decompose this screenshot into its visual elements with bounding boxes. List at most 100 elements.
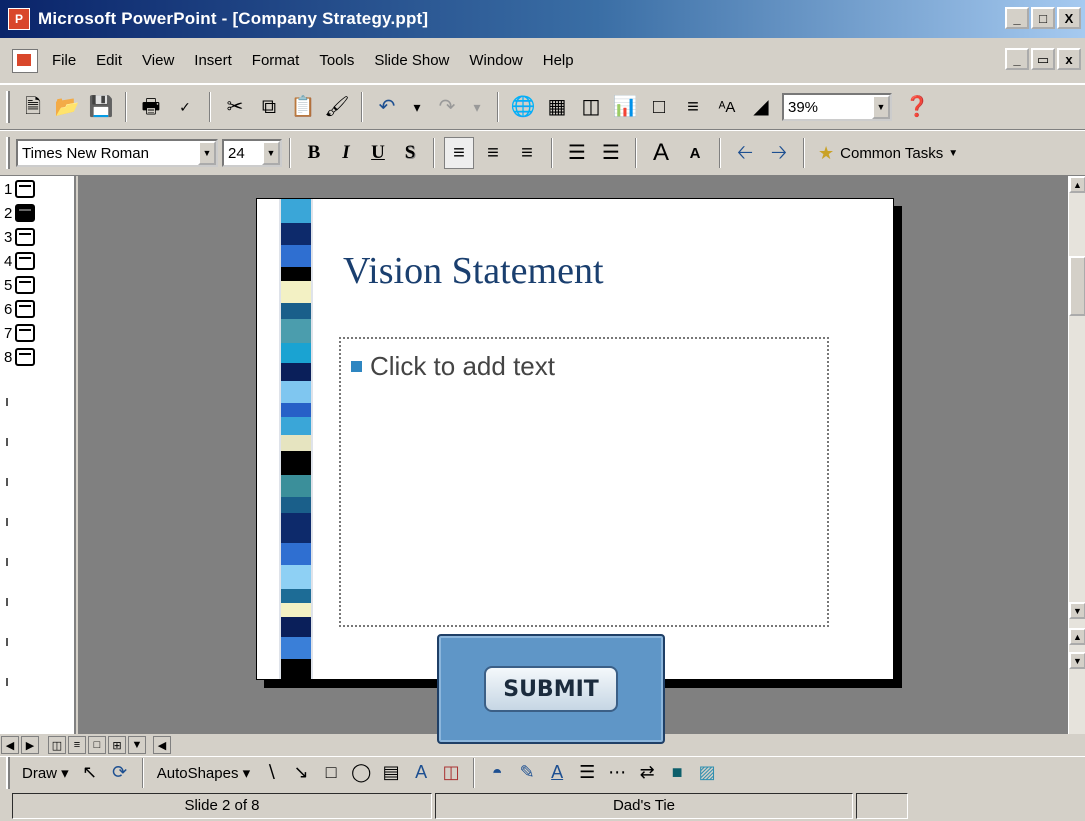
submit-button[interactable]: SUBMIT bbox=[484, 666, 618, 712]
outline-pane[interactable]: 1 2 3 4 5 6 7 8 bbox=[0, 176, 76, 736]
document-icon[interactable] bbox=[12, 48, 38, 73]
scroll-down-icon[interactable]: ▼ bbox=[1069, 602, 1085, 619]
shadow-icon[interactable]: ■ bbox=[664, 760, 690, 786]
outline-slide-active[interactable]: 2 bbox=[4, 204, 36, 222]
previous-slide-icon[interactable]: ▲ bbox=[1069, 628, 1085, 645]
doc-minimize-button[interactable]: _ bbox=[1005, 48, 1029, 70]
common-tasks-menu[interactable]: ★ Common Tasks ▼ bbox=[818, 143, 958, 164]
save-icon[interactable]: 💾 bbox=[86, 91, 116, 123]
menu-window[interactable]: Window bbox=[469, 52, 522, 69]
spelling-icon[interactable]: ✓ bbox=[170, 91, 200, 123]
outline-slide[interactable]: 3 bbox=[4, 228, 36, 246]
slide-title[interactable]: Vision Statement bbox=[343, 249, 604, 293]
fill-color-icon[interactable]: ◓ bbox=[484, 760, 510, 786]
undo-dropdown-icon[interactable]: ▾ bbox=[406, 91, 428, 123]
slide-view-icon[interactable]: □ bbox=[88, 736, 106, 754]
arrow-icon[interactable]: ↘ bbox=[288, 760, 314, 786]
outline-slide[interactable]: 8 bbox=[4, 348, 36, 366]
slide-canvas[interactable]: Vision Statement Click to add text bbox=[256, 198, 894, 680]
zoom-dropdown-icon[interactable]: ▼ bbox=[872, 95, 890, 119]
toolbar-grip[interactable] bbox=[6, 91, 10, 123]
oval-icon[interactable]: ◯ bbox=[348, 760, 374, 786]
next-slide-icon[interactable]: ▼ bbox=[1069, 652, 1085, 669]
menu-slide-show[interactable]: Slide Show bbox=[374, 52, 449, 69]
maximize-button[interactable]: □ bbox=[1031, 7, 1055, 29]
shadow-button[interactable]: S bbox=[395, 137, 425, 169]
menu-insert[interactable]: Insert bbox=[194, 52, 232, 69]
hscroll-left-icon[interactable]: ◀ bbox=[153, 736, 171, 754]
zoom-select[interactable]: 39% ▼ bbox=[782, 93, 892, 121]
numbering-icon[interactable]: ☰ bbox=[562, 137, 592, 169]
scroll-left-icon[interactable]: ◀ bbox=[1, 736, 19, 754]
clip-art-icon[interactable]: ◫ bbox=[438, 760, 464, 786]
draw-menu[interactable]: Draw ▾ bbox=[22, 764, 69, 782]
line-style-icon[interactable]: ☰ bbox=[574, 760, 600, 786]
vertical-scrollbar[interactable]: ▲ ▼ ▲ ▼ bbox=[1068, 176, 1085, 734]
underline-button[interactable]: U bbox=[363, 137, 393, 169]
menu-view[interactable]: View bbox=[142, 52, 174, 69]
font-size-dropdown-icon[interactable]: ▼ bbox=[262, 141, 280, 165]
insert-chart-icon[interactable]: 📊 bbox=[610, 91, 640, 123]
new-icon[interactable]: 🗎 bbox=[18, 91, 48, 123]
line-color-icon[interactable]: ✎ bbox=[514, 760, 540, 786]
grayscale-icon[interactable]: ◢ bbox=[746, 91, 776, 123]
close-button[interactable]: X bbox=[1057, 7, 1081, 29]
font-color-icon[interactable]: A bbox=[544, 760, 570, 786]
toolbar-grip[interactable] bbox=[6, 137, 10, 169]
bullets-icon[interactable]: ☰ bbox=[596, 137, 626, 169]
menu-help[interactable]: Help bbox=[543, 52, 574, 69]
font-select[interactable]: Times New Roman ▼ bbox=[16, 139, 218, 167]
wordart-icon[interactable]: A bbox=[408, 760, 434, 786]
redo-icon[interactable]: ↷ bbox=[432, 91, 462, 123]
help-icon[interactable]: ❓ bbox=[902, 91, 932, 123]
print-icon[interactable]: 🖶 bbox=[136, 91, 166, 123]
promote-icon[interactable]: 🡠 bbox=[730, 137, 760, 169]
free-rotate-icon[interactable]: ⟳ bbox=[107, 760, 133, 786]
text-box-icon[interactable]: ▤ bbox=[378, 760, 404, 786]
tables-borders-icon[interactable]: ▦ bbox=[542, 91, 572, 123]
font-size-select[interactable]: 24 ▼ bbox=[222, 139, 282, 167]
body-placeholder[interactable]: Click to add text bbox=[339, 337, 829, 627]
select-objects-icon[interactable]: ↖ bbox=[77, 760, 103, 786]
menu-file[interactable]: File bbox=[52, 52, 76, 69]
italic-button[interactable]: I bbox=[331, 137, 361, 169]
doc-close-button[interactable]: x bbox=[1057, 48, 1081, 70]
slide-show-view-icon[interactable]: ▼ bbox=[128, 736, 146, 754]
font-dropdown-icon[interactable]: ▼ bbox=[198, 141, 216, 165]
undo-icon[interactable]: ↶ bbox=[372, 91, 402, 123]
slide-sorter-view-icon[interactable]: ⊞ bbox=[108, 736, 126, 754]
outline-slide[interactable]: 6 bbox=[4, 300, 36, 318]
doc-restore-button[interactable]: ▭ bbox=[1031, 48, 1055, 70]
increase-font-size-icon[interactable]: A bbox=[646, 137, 676, 169]
menu-format[interactable]: Format bbox=[252, 52, 300, 69]
paste-icon[interactable]: 📋 bbox=[288, 91, 318, 123]
outline-slide[interactable]: 5 bbox=[4, 276, 36, 294]
show-formatting-icon[interactable]: ᴬA bbox=[712, 91, 742, 123]
demote-icon[interactable]: 🡢 bbox=[764, 137, 794, 169]
outline-slide[interactable]: 7 bbox=[4, 324, 36, 342]
dash-style-icon[interactable]: ⋯ bbox=[604, 760, 630, 786]
menu-tools[interactable]: Tools bbox=[319, 52, 354, 69]
autoshapes-menu[interactable]: AutoShapes ▾ bbox=[157, 764, 250, 782]
bold-button[interactable]: B bbox=[299, 137, 329, 169]
cut-icon[interactable]: ✂ bbox=[220, 91, 250, 123]
outline-slide[interactable]: 4 bbox=[4, 252, 36, 270]
scroll-right-icon[interactable]: ▶ bbox=[21, 736, 39, 754]
rectangle-icon[interactable]: □ bbox=[318, 760, 344, 786]
align-right-icon[interactable]: ≡ bbox=[512, 137, 542, 169]
3d-icon[interactable]: ▨ bbox=[694, 760, 720, 786]
open-icon[interactable]: 📂 bbox=[52, 91, 82, 123]
align-center-icon[interactable]: ≡ bbox=[478, 137, 508, 169]
scroll-thumb[interactable] bbox=[1069, 256, 1085, 316]
format-painter-icon[interactable]: 🖌 bbox=[322, 91, 352, 123]
menu-edit[interactable]: Edit bbox=[96, 52, 122, 69]
line-icon[interactable]: ∖ bbox=[258, 760, 284, 786]
hyperlink-icon[interactable]: 🌐 bbox=[508, 91, 538, 123]
normal-view-icon[interactable]: ◫ bbox=[48, 736, 66, 754]
new-slide-icon[interactable]: □ bbox=[644, 91, 674, 123]
toolbar-grip[interactable] bbox=[6, 756, 10, 789]
scroll-up-icon[interactable]: ▲ bbox=[1069, 176, 1085, 193]
minimize-button[interactable]: _ bbox=[1005, 7, 1029, 29]
outline-slide[interactable]: 1 bbox=[4, 180, 36, 198]
align-left-icon[interactable]: ≡ bbox=[444, 137, 474, 169]
